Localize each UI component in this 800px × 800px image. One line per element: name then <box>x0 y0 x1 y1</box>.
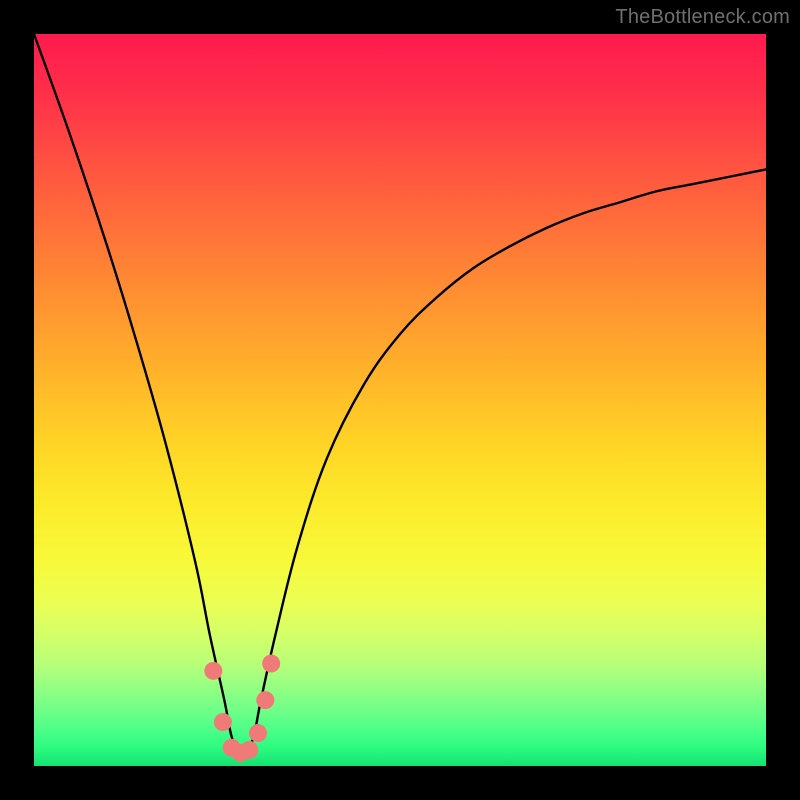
curve-path-group <box>34 34 766 753</box>
highlight-dot <box>204 662 222 680</box>
curve-path <box>34 34 766 753</box>
highlight-dot <box>249 724 267 742</box>
highlight-dot <box>262 655 280 673</box>
chart-frame: TheBottleneck.com <box>0 0 800 800</box>
highlight-dot <box>256 691 274 709</box>
bottleneck-curve <box>34 34 766 766</box>
highlight-dot <box>240 741 258 759</box>
highlight-dots <box>204 655 280 762</box>
attribution-watermark: TheBottleneck.com <box>615 6 790 29</box>
highlight-dot <box>214 713 232 731</box>
plot-area <box>34 34 766 766</box>
